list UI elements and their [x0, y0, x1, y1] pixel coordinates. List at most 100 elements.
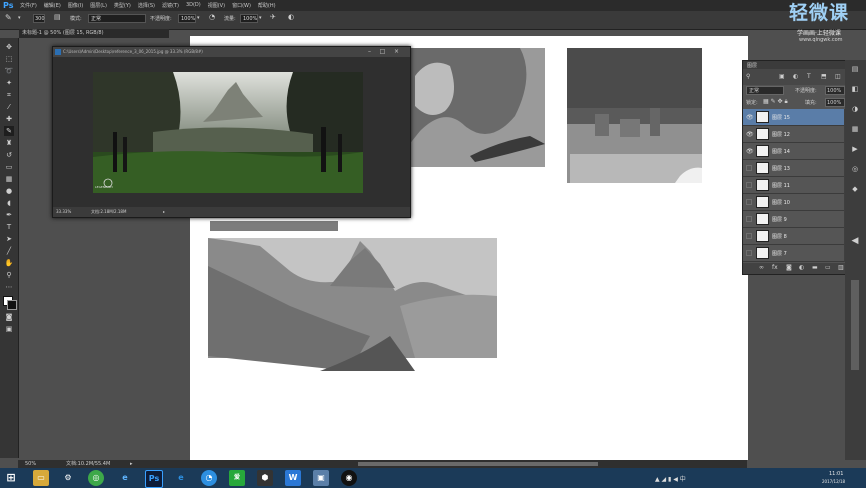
adjustment-layer-icon[interactable]: ◐	[799, 264, 804, 271]
visibility-toggle[interactable]	[746, 182, 752, 188]
filter-pixel-icon[interactable]: ▣	[779, 73, 785, 80]
visibility-toggle[interactable]	[746, 165, 752, 171]
zoom-tool-icon[interactable]: ⚲	[4, 270, 14, 280]
brush-panel-icon[interactable]: ▤	[54, 13, 61, 21]
properties-panel-icon[interactable]: ◧	[850, 84, 860, 94]
layer-row[interactable]: 图层 9	[743, 211, 844, 228]
layer-row[interactable]: 图层 8	[743, 228, 844, 245]
horizontal-scrollbar[interactable]	[358, 462, 598, 466]
maximize-icon[interactable]: □	[378, 48, 387, 55]
menu-3d[interactable]: 3D(D)	[186, 2, 201, 9]
swatches-panel-icon[interactable]: ▦	[850, 124, 860, 134]
reference-image-window[interactable]: C:\Users\Admin\Desktop\reference_3_06_20…	[52, 46, 411, 218]
file-explorer-icon[interactable]: ▭	[33, 470, 49, 486]
layer-fill-input[interactable]: 100%	[825, 98, 845, 107]
menu-select[interactable]: 选择(S)	[138, 2, 155, 9]
menu-file[interactable]: 文件(F)	[20, 2, 37, 9]
pen-tool-icon[interactable]: ✒	[4, 210, 14, 220]
word-icon[interactable]: W	[285, 470, 301, 486]
menu-type[interactable]: 类型(Y)	[114, 2, 131, 9]
blend-mode-select[interactable]: 正常	[746, 86, 784, 95]
quick-select-icon[interactable]: ✦	[4, 78, 14, 88]
chevron-down-icon[interactable]: ▾	[197, 15, 200, 21]
filter-kind-icon[interactable]: ⚲	[746, 73, 750, 80]
brush-tool-icon[interactable]: ✎	[4, 126, 14, 136]
link-layers-icon[interactable]: ∞	[759, 264, 764, 271]
filter-shape-icon[interactable]: ⬒	[821, 73, 827, 80]
menu-image[interactable]: 图像(I)	[68, 2, 83, 9]
edge-icon[interactable]: e	[117, 470, 133, 486]
clock-date[interactable]: 2017/12/18	[822, 479, 845, 484]
layer-row[interactable]: 👁︎ 图层 12	[743, 126, 844, 143]
hand-tool-icon[interactable]: ✋	[4, 258, 14, 268]
visibility-toggle[interactable]	[746, 199, 752, 205]
settings-icon[interactable]: ⚙	[60, 470, 76, 486]
blur-tool-icon[interactable]: ●	[4, 186, 14, 196]
pressure-size-icon[interactable]: ◐	[288, 13, 294, 21]
type-tool-icon[interactable]: T	[4, 222, 14, 232]
move-tool-icon[interactable]: ✥	[4, 42, 14, 52]
menu-filter[interactable]: 滤镜(T)	[162, 2, 179, 9]
background-color-swatch[interactable]	[7, 300, 17, 310]
filter-smart-icon[interactable]: ◫	[835, 73, 841, 80]
menu-layer[interactable]: 图层(L)	[90, 2, 107, 9]
menu-view[interactable]: 视图(V)	[208, 2, 225, 9]
reference-window-titlebar[interactable]: C:\Users\Admin\Desktop\reference_3_06_20…	[53, 47, 410, 57]
expand-panels-icon[interactable]: ◀	[850, 236, 860, 246]
flow-input[interactable]: 100%	[240, 14, 258, 23]
layer-row[interactable]: 图层 10	[743, 194, 844, 211]
photoshop-taskbar-icon[interactable]: Ps	[145, 470, 163, 488]
lock-pixels-icon[interactable]: ▦ ✎ ✥ 🔒︎	[763, 98, 788, 106]
menu-help[interactable]: 帮助(H)	[258, 2, 276, 9]
ie-icon[interactable]: e	[173, 470, 189, 486]
menu-window[interactable]: 窗口(W)	[232, 2, 251, 9]
visibility-toggle[interactable]	[746, 233, 752, 239]
start-icon[interactable]: ⊞	[3, 470, 19, 486]
dock-scrollbar[interactable]	[851, 280, 859, 370]
chevron-down-icon[interactable]: ▾	[18, 15, 21, 21]
delete-layer-icon[interactable]: ▥	[838, 264, 844, 271]
line-tool-icon[interactable]: ╱	[4, 246, 14, 256]
layer-style-icon[interactable]: fx	[772, 264, 778, 271]
close-icon[interactable]: ×	[392, 48, 401, 55]
airbrush-icon[interactable]: ✈	[270, 13, 276, 21]
eye-visibility-icon[interactable]: 👁︎	[746, 131, 754, 138]
timeline-panel-icon[interactable]: ▶	[850, 144, 860, 154]
dodge-tool-icon[interactable]: ◖	[4, 198, 14, 208]
healing-brush-icon[interactable]: ✚	[4, 114, 14, 124]
layer-row[interactable]: 👁︎ 图层 15	[743, 109, 844, 126]
chevron-down-icon[interactable]: ▾	[259, 15, 262, 21]
eyedropper-tool-icon[interactable]: ⁄	[4, 102, 14, 112]
brush-size-picker[interactable]: 300	[33, 14, 45, 23]
paths-panel-icon[interactable]: ◆	[850, 184, 860, 194]
layer-opacity-input[interactable]: 100%	[825, 86, 845, 95]
cloud-app-icon[interactable]: ◔	[201, 470, 217, 486]
obs-icon[interactable]: ◉	[341, 470, 357, 486]
layers-panel-title[interactable]: 图层	[747, 62, 757, 69]
quick-mask-icon[interactable]: ◙	[4, 312, 14, 322]
add-mask-icon[interactable]: ◙	[786, 264, 792, 271]
new-group-icon[interactable]: ▬	[812, 264, 818, 271]
new-layer-icon[interactable]: ▭	[825, 264, 831, 271]
layer-row[interactable]: 👁︎ 图层 14	[743, 143, 844, 160]
document-tab[interactable]: 未标题-1 @ 50% (图层 15, RGB/8)	[19, 29, 169, 38]
eye-visibility-icon[interactable]: 👁︎	[746, 148, 754, 155]
pressure-opacity-icon[interactable]: ◔	[209, 13, 215, 21]
clone-stamp-icon[interactable]: ♜	[4, 138, 14, 148]
chevron-right-icon[interactable]: ▸	[130, 460, 133, 468]
filter-type-icon[interactable]: T	[807, 73, 811, 80]
history-brush-icon[interactable]: ↺	[4, 150, 14, 160]
minimize-icon[interactable]: –	[365, 48, 374, 55]
brush-tool-icon[interactable]: ✎	[5, 13, 12, 22]
screen-mode-icon[interactable]: ▣	[4, 324, 14, 334]
chevron-right-icon[interactable]: ▸	[163, 207, 165, 217]
color-panel-icon[interactable]: ◑	[850, 104, 860, 114]
menu-edit[interactable]: 编辑(E)	[44, 2, 61, 9]
path-select-icon[interactable]: ➤	[4, 234, 14, 244]
opacity-input[interactable]: 100%	[178, 14, 196, 23]
photos-icon[interactable]: ▣	[313, 470, 329, 486]
visibility-toggle[interactable]	[746, 216, 752, 222]
marquee-tool-icon[interactable]: ⬚	[4, 54, 14, 64]
browser-green-icon[interactable]: ◎	[88, 470, 104, 486]
edit-toolbar-icon[interactable]: ⋯	[4, 282, 14, 292]
